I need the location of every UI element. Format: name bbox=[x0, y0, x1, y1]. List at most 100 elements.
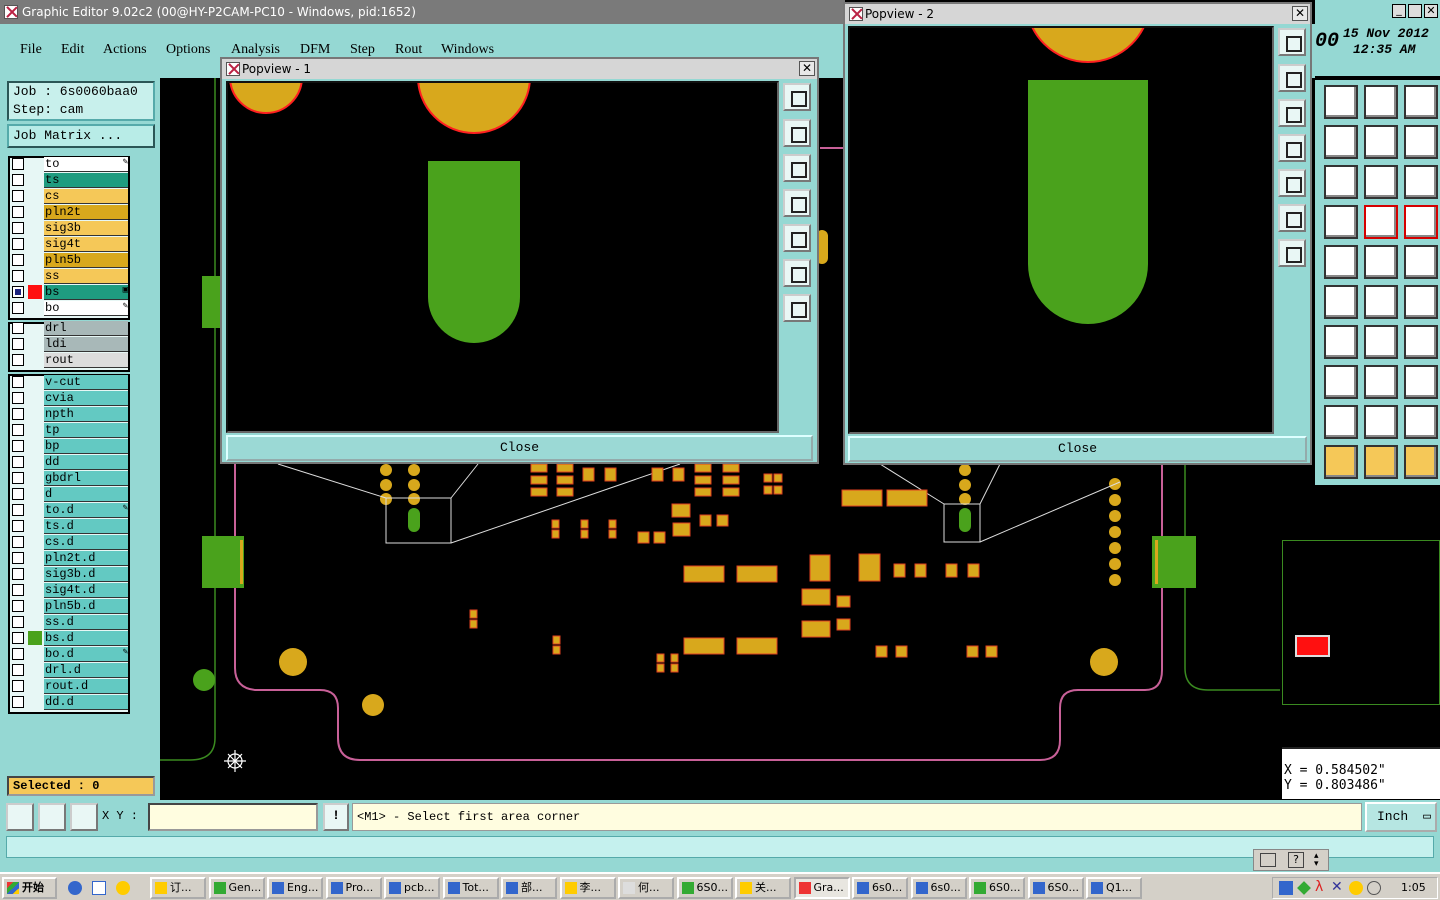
layer-name[interactable]: d bbox=[44, 487, 128, 502]
layer-name[interactable]: sig4t bbox=[44, 237, 128, 252]
layer-checkbox[interactable] bbox=[12, 286, 24, 298]
layer-checkbox[interactable] bbox=[12, 174, 24, 186]
menu-edit[interactable]: Edit bbox=[61, 42, 84, 58]
taskbar-item[interactable]: 6S0... bbox=[1027, 877, 1084, 899]
tray-arrows-icon[interactable]: ▴ ▾ bbox=[1314, 852, 1319, 869]
popview-1-close-icon[interactable]: ✕ bbox=[799, 61, 815, 76]
ruler-tool-icon[interactable] bbox=[1364, 245, 1398, 279]
layer-work-marker[interactable] bbox=[28, 391, 42, 405]
layer-work-marker[interactable] bbox=[28, 679, 42, 693]
main-window-title-bar[interactable]: Graphic Editor 9.02c2 (00@HY-P2CAM-PC10 … bbox=[0, 0, 845, 24]
tray-x-icon[interactable]: ✕ bbox=[1331, 880, 1343, 894]
layer-checkbox[interactable] bbox=[12, 664, 24, 676]
layer-work-marker[interactable] bbox=[28, 567, 42, 581]
select-route-icon[interactable] bbox=[1404, 445, 1438, 479]
layer-row-ts[interactable]: ts bbox=[10, 172, 130, 188]
layer-name[interactable]: dd bbox=[44, 455, 128, 470]
popview-1-tool-pan-down-icon[interactable] bbox=[783, 154, 811, 182]
layer-row-ldi[interactable]: ldi bbox=[10, 336, 130, 352]
layer-row-pln5b[interactable]: pln5b bbox=[10, 252, 130, 268]
taskbar-item[interactable]: Gen... bbox=[208, 877, 265, 899]
popview-1-title-bar[interactable]: Popview - 1 ✕ bbox=[222, 59, 817, 79]
undo-zoom-icon[interactable] bbox=[1364, 125, 1398, 159]
menu-actions[interactable]: Actions bbox=[103, 42, 147, 58]
layer-work-marker[interactable] bbox=[28, 407, 42, 421]
snap-icon[interactable] bbox=[6, 803, 34, 831]
taskbar-item[interactable]: 李... bbox=[559, 877, 616, 899]
move-tool-icon[interactable] bbox=[1364, 365, 1398, 399]
layer-row-pln2t[interactable]: pln2t bbox=[10, 204, 130, 220]
layer-work-marker[interactable] bbox=[28, 599, 42, 613]
layer-row-d[interactable]: d bbox=[10, 486, 130, 502]
taskbar-item[interactable]: Pro... bbox=[325, 877, 382, 899]
popview-1-tool-pan-right-icon[interactable] bbox=[783, 224, 811, 252]
layer-checkbox[interactable] bbox=[12, 376, 24, 388]
media-icon[interactable] bbox=[116, 881, 130, 895]
layer-checkbox[interactable] bbox=[12, 338, 24, 350]
layer-checkbox[interactable] bbox=[12, 222, 24, 234]
mini-map[interactable]: X = 0.584502" Y = 0.803486" bbox=[1280, 485, 1440, 800]
taskbar-item[interactable]: 关... bbox=[735, 877, 791, 899]
layer-name[interactable]: rout bbox=[44, 353, 128, 368]
layer-work-marker[interactable] bbox=[28, 173, 42, 187]
layer-name[interactable]: ss bbox=[44, 269, 128, 284]
taskbar-item[interactable]: Tot... bbox=[442, 877, 499, 899]
menu-options[interactable]: Options bbox=[166, 42, 210, 58]
layer-checkbox[interactable] bbox=[12, 504, 24, 516]
layer-row-sig4t[interactable]: sig4t bbox=[10, 236, 130, 252]
pad-tool-icon[interactable] bbox=[1404, 245, 1438, 279]
layer-work-marker[interactable] bbox=[28, 337, 42, 351]
tray-clock-icon[interactable] bbox=[1367, 881, 1381, 895]
layer-checkbox[interactable] bbox=[12, 302, 24, 314]
popview-2-tool-zoom-in-icon[interactable] bbox=[1278, 204, 1306, 232]
draw-line-icon[interactable] bbox=[1324, 325, 1358, 359]
layer-work-marker[interactable] bbox=[28, 205, 42, 219]
layer-row-to.d[interactable]: to.d ✎ bbox=[10, 502, 130, 518]
popview-1-canvas[interactable] bbox=[226, 81, 779, 433]
layer-row-bs.d[interactable]: bs.d bbox=[10, 630, 130, 646]
layer-name[interactable]: drl bbox=[44, 321, 128, 336]
menu-step[interactable]: Step bbox=[350, 42, 375, 58]
layer-name[interactable]: pln5b.d bbox=[44, 599, 128, 614]
units-selector[interactable]: Inch ▭ bbox=[1365, 802, 1437, 832]
layer-name[interactable]: bs.d bbox=[44, 631, 128, 646]
layer-row-cs[interactable]: cs bbox=[10, 188, 130, 204]
popview-2-tool-zoom-window-icon[interactable] bbox=[1278, 28, 1306, 56]
layer-work-marker[interactable] bbox=[28, 301, 42, 315]
layer-checkbox[interactable] bbox=[12, 440, 24, 452]
layer-row-pln2t.d[interactable]: pln2t.d bbox=[10, 550, 130, 566]
layer-checkbox[interactable] bbox=[12, 472, 24, 484]
popview-1-tool-pan-up-icon[interactable] bbox=[783, 119, 811, 147]
xy-input[interactable] bbox=[148, 803, 318, 831]
layer-name[interactable]: ss.d bbox=[44, 615, 128, 630]
select-move-icon[interactable] bbox=[1364, 445, 1398, 479]
layer-row-rout.d[interactable]: rout.d bbox=[10, 678, 130, 694]
layer-work-marker[interactable] bbox=[28, 471, 42, 485]
layer-row-sig3b[interactable]: sig3b bbox=[10, 220, 130, 236]
popview-2-close-button[interactable]: Close bbox=[848, 436, 1307, 462]
taskbar-item[interactable]: 6s0... bbox=[910, 877, 967, 899]
popview-2-tool-zoom-out-icon[interactable] bbox=[1278, 239, 1306, 267]
layer-work-marker[interactable] bbox=[28, 583, 42, 597]
grid-toggle-icon[interactable] bbox=[1324, 205, 1358, 239]
layer-name[interactable]: bo.d bbox=[44, 647, 128, 662]
layer-work-marker[interactable] bbox=[28, 253, 42, 267]
layer-work-marker[interactable] bbox=[28, 551, 42, 565]
minimize-icon[interactable]: _ bbox=[1392, 4, 1406, 18]
layer-row-bo[interactable]: bo ✎ bbox=[10, 300, 130, 316]
layer-work-marker[interactable] bbox=[28, 321, 42, 335]
layer-row-sig4t.d[interactable]: sig4t.d bbox=[10, 582, 130, 598]
layer-work-marker[interactable] bbox=[28, 269, 42, 283]
tray-lambda-icon[interactable]: λ bbox=[1315, 880, 1323, 894]
layer-name[interactable]: bs bbox=[44, 285, 128, 300]
popview-1-tool-pan-left-icon[interactable] bbox=[783, 189, 811, 217]
popview-2-canvas[interactable] bbox=[848, 26, 1274, 434]
layer-row-rout[interactable]: rout bbox=[10, 352, 130, 368]
add-pad-icon[interactable] bbox=[1404, 285, 1438, 319]
menu-rout[interactable]: Rout bbox=[395, 42, 422, 58]
layer-checkbox[interactable] bbox=[12, 616, 24, 628]
layer-row-bo.d[interactable]: bo.d ✎ bbox=[10, 646, 130, 662]
zoom-fit-icon[interactable] bbox=[1324, 125, 1358, 159]
layer-row-drl.d[interactable]: drl.d bbox=[10, 662, 130, 678]
layer-name[interactable]: tp bbox=[44, 423, 128, 438]
